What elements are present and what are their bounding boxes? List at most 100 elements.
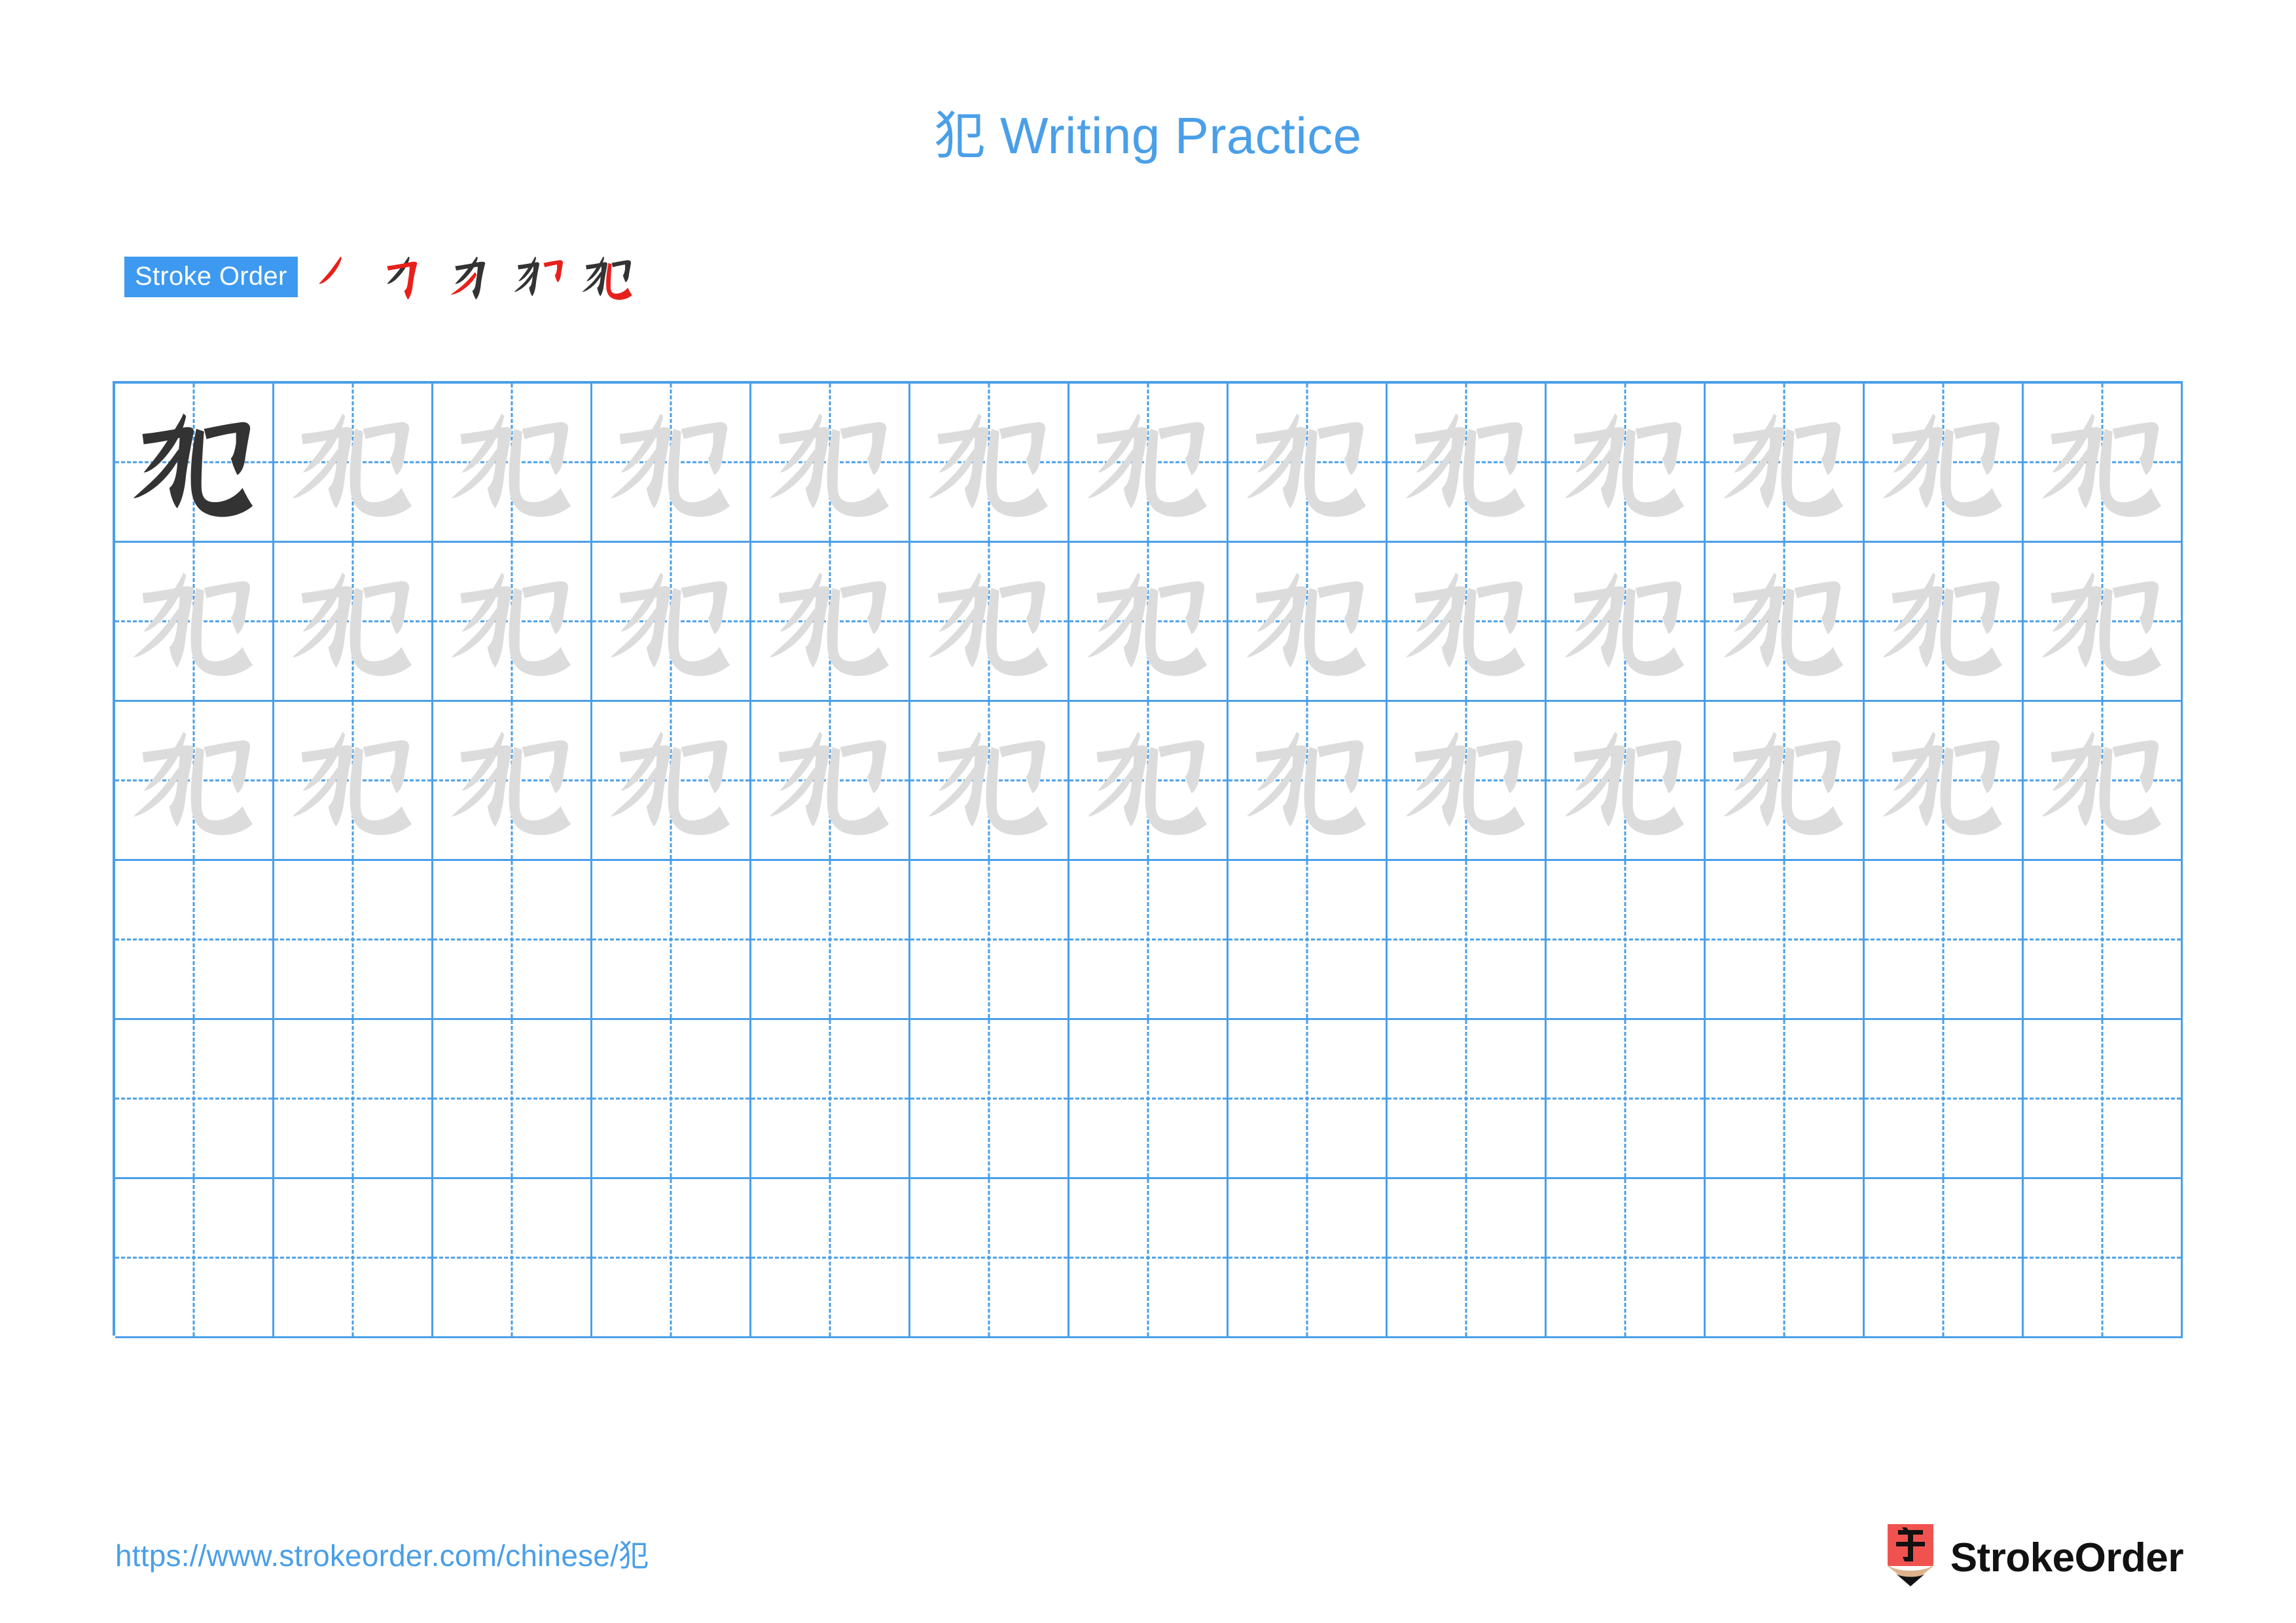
grid-cell-trace[interactable] xyxy=(1069,702,1229,861)
grid-cell-trace[interactable] xyxy=(1865,543,2024,702)
grid-cell-trace[interactable] xyxy=(2024,543,2183,702)
grid-cell-empty[interactable] xyxy=(115,1020,274,1179)
grid-cell-empty[interactable] xyxy=(1069,861,1229,1020)
character-glyph-trace xyxy=(1882,413,2003,517)
grid-cell-trace[interactable] xyxy=(1547,384,1706,543)
grid-cell-trace[interactable] xyxy=(1706,702,1865,861)
grid-cell-trace[interactable] xyxy=(1547,543,1706,702)
grid-cell-empty[interactable] xyxy=(1706,1020,1865,1179)
grid-cell-empty[interactable] xyxy=(910,1179,1069,1338)
grid-cell-empty[interactable] xyxy=(1229,1179,1388,1338)
grid-cell-empty[interactable] xyxy=(2024,1020,2183,1179)
grid-cell-trace[interactable] xyxy=(115,702,274,861)
grid-cell-empty[interactable] xyxy=(1547,1020,1706,1179)
grid-cell-trace[interactable] xyxy=(115,543,274,702)
grid-cell-empty[interactable] xyxy=(1069,1020,1229,1179)
grid-cell-empty[interactable] xyxy=(2024,1179,2183,1338)
trace-character xyxy=(1229,702,1386,859)
grid-cell-empty[interactable] xyxy=(751,1020,910,1179)
grid-cell-empty[interactable] xyxy=(274,1020,433,1179)
grid-cell-empty[interactable] xyxy=(433,1020,592,1179)
grid-cell-empty[interactable] xyxy=(433,1179,592,1338)
grid-cell-empty[interactable] xyxy=(274,1179,433,1338)
grid-cell-trace[interactable] xyxy=(1388,384,1547,543)
grid-cell-empty[interactable] xyxy=(1865,1020,2024,1179)
character-glyph-trace xyxy=(1723,731,1844,835)
grid-cell-empty[interactable] xyxy=(910,1020,1069,1179)
grid-cell-trace[interactable] xyxy=(751,543,910,702)
grid-cell-empty[interactable] xyxy=(592,861,751,1020)
grid-cell-trace[interactable] xyxy=(592,702,751,861)
grid-cell-trace[interactable] xyxy=(1229,384,1388,543)
grid-cell-trace[interactable] xyxy=(592,384,751,543)
trace-character xyxy=(910,543,1067,700)
grid-cell-empty[interactable] xyxy=(2024,861,2183,1020)
grid-cell-empty[interactable] xyxy=(1865,1179,2024,1338)
trace-character xyxy=(2024,702,2181,859)
stroke-step-4-icon xyxy=(514,256,563,297)
grid-cell-trace[interactable] xyxy=(274,702,433,861)
trace-character xyxy=(1865,702,2022,859)
grid-cell-trace[interactable] xyxy=(2024,384,2183,543)
grid-cell-trace[interactable] xyxy=(1388,702,1547,861)
character-glyph-trace xyxy=(1087,413,1208,517)
character-glyph-trace xyxy=(451,731,571,835)
grid-cell-trace[interactable] xyxy=(751,702,910,861)
grid-cell-empty[interactable] xyxy=(115,1179,274,1338)
grid-cell-empty[interactable] xyxy=(1706,861,1865,1020)
grid-cell-empty[interactable] xyxy=(1388,1020,1547,1179)
grid-cell-trace[interactable] xyxy=(910,543,1069,702)
grid-cell-empty[interactable] xyxy=(274,861,433,1020)
grid-cell-trace[interactable] xyxy=(274,384,433,543)
grid-cell-empty[interactable] xyxy=(1388,861,1547,1020)
grid-cell-empty[interactable] xyxy=(1229,1020,1388,1179)
grid-cell-example[interactable] xyxy=(115,384,274,543)
grid-cell-empty[interactable] xyxy=(1547,1179,1706,1338)
grid-cell-empty[interactable] xyxy=(115,861,274,1020)
page-title: 犯 Writing Practice xyxy=(0,110,2296,162)
grid-cell-trace[interactable] xyxy=(433,543,592,702)
grid-cell-trace[interactable] xyxy=(1388,543,1547,702)
grid-cell-trace[interactable] xyxy=(592,543,751,702)
grid-cell-empty[interactable] xyxy=(1069,1179,1229,1338)
grid-cell-trace[interactable] xyxy=(1547,702,1706,861)
grid-cell-trace[interactable] xyxy=(1865,702,2024,861)
grid-cell-empty[interactable] xyxy=(433,861,592,1020)
grid-cell-empty[interactable] xyxy=(592,1020,751,1179)
grid-cell-empty[interactable] xyxy=(910,861,1069,1020)
grid-cell-trace[interactable] xyxy=(2024,702,2183,861)
trace-character xyxy=(274,702,431,859)
grid-cell-trace[interactable] xyxy=(751,384,910,543)
grid-cell-trace[interactable] xyxy=(1069,384,1229,543)
grid-cell-trace[interactable] xyxy=(1069,543,1229,702)
trace-character xyxy=(274,543,431,700)
grid-cell-empty[interactable] xyxy=(751,1179,910,1338)
character-glyph-trace xyxy=(610,413,730,517)
grid-cell-empty[interactable] xyxy=(751,861,910,1020)
grid-cell-trace[interactable] xyxy=(910,384,1069,543)
grid-cell-trace[interactable] xyxy=(274,543,433,702)
grid-cell-empty[interactable] xyxy=(592,1179,751,1338)
trace-character xyxy=(1706,543,1863,700)
trace-character xyxy=(1388,543,1545,700)
grid-cell-trace[interactable] xyxy=(433,702,592,861)
grid-cell-trace[interactable] xyxy=(1706,543,1865,702)
character-glyph-trace xyxy=(769,572,889,676)
grid-cell-empty[interactable] xyxy=(1388,1179,1547,1338)
grid-cell-empty[interactable] xyxy=(1229,861,1388,1020)
trace-character xyxy=(1706,384,1863,541)
grid-cell-trace[interactable] xyxy=(1865,384,2024,543)
grid-cell-trace[interactable] xyxy=(433,384,592,543)
trace-character xyxy=(115,543,272,700)
grid-cell-trace[interactable] xyxy=(910,702,1069,861)
grid-cell-trace[interactable] xyxy=(1706,384,1865,543)
grid-cell-trace[interactable] xyxy=(1229,702,1388,861)
grid-cell-trace[interactable] xyxy=(1229,543,1388,702)
footer-url[interactable]: https://www.strokeorder.com/chinese/犯 xyxy=(115,1532,649,1575)
stroke-order-badge: Stroke Order xyxy=(124,257,298,297)
character-glyph-trace xyxy=(1405,572,1526,676)
grid-cell-empty[interactable] xyxy=(1865,861,2024,1020)
grid-cell-empty[interactable] xyxy=(1547,861,1706,1020)
stroke-step-2-icon xyxy=(386,256,417,300)
grid-cell-empty[interactable] xyxy=(1706,1179,1865,1338)
